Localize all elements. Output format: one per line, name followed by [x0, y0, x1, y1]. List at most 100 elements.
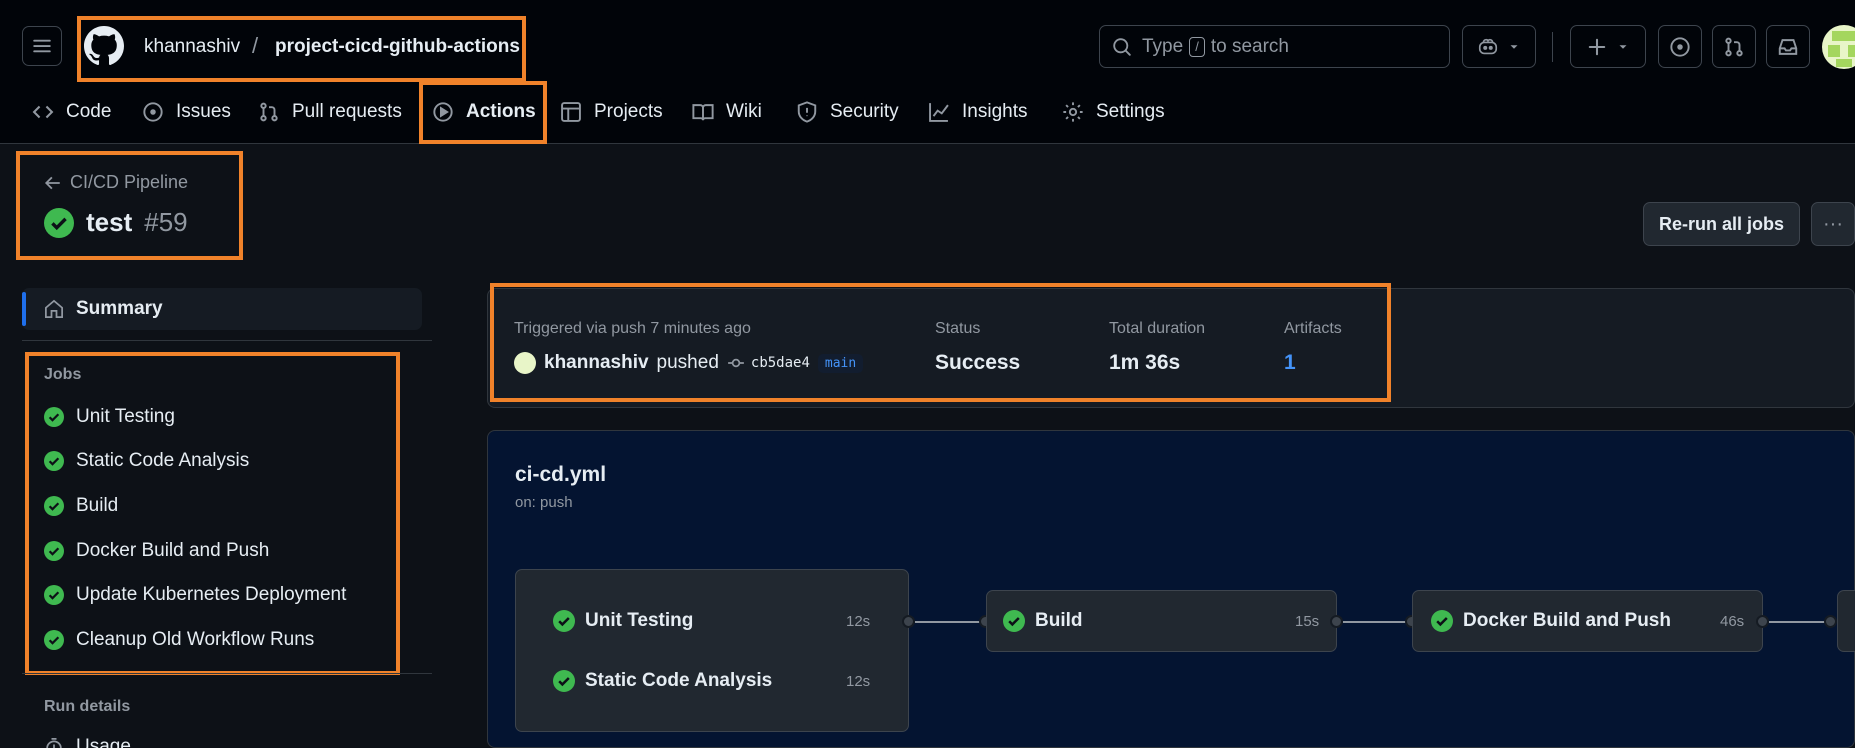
- graph-job-duration: 46s: [1720, 613, 1745, 630]
- actor-link[interactable]: khannashiv: [544, 352, 649, 374]
- chevron-down-icon: [1619, 44, 1627, 49]
- artifacts-count-link[interactable]: 1: [1284, 351, 1296, 375]
- issue-icon: [1670, 36, 1690, 57]
- sidebar-item-usage[interactable]: Usage: [44, 736, 131, 748]
- sidebar-job-update-kubernetes-deployment[interactable]: Update Kubernetes Deployment: [44, 584, 346, 606]
- tab-pull-requests[interactable]: Pull requests: [258, 92, 402, 132]
- repo-owner-link[interactable]: khannashiv: [144, 36, 240, 58]
- repo-name-link[interactable]: project-cicd-github-actions: [275, 36, 520, 58]
- run-title: test #59: [44, 207, 188, 238]
- sidebar-divider: [22, 340, 432, 341]
- pull-request-icon: [1725, 37, 1743, 56]
- actor-avatar[interactable]: [514, 352, 536, 374]
- inbox-button[interactable]: [1766, 25, 1810, 68]
- status-value: Success: [935, 351, 1021, 374]
- check-circle-icon: [44, 496, 64, 516]
- duration-value: 1m 36s: [1109, 351, 1181, 374]
- book-icon: [692, 104, 714, 121]
- connector-line: [1769, 621, 1831, 623]
- hamburger-icon: [33, 39, 51, 53]
- back-to-workflow-link[interactable]: CI/CD Pipeline: [44, 172, 188, 193]
- run-details-heading: Run details: [44, 698, 131, 715]
- search-shortcut-key: /: [1189, 36, 1205, 57]
- check-circle-icon: [44, 407, 64, 427]
- graph-job-static-code-analysis[interactable]: Static Code Analysis: [553, 670, 772, 692]
- breadcrumb-separator: /: [252, 33, 259, 58]
- home-icon: [45, 299, 63, 318]
- tab-wiki[interactable]: Wiki: [692, 92, 762, 132]
- trigger-text: Triggered via push 7 minutes ago: [514, 320, 751, 337]
- pull-requests-button[interactable]: [1712, 25, 1756, 68]
- sidebar-job-static-code-analysis[interactable]: Static Code Analysis: [44, 450, 249, 472]
- menu-button[interactable]: [22, 26, 62, 66]
- tab-wiki-label: Wiki: [726, 101, 762, 122]
- run-summary-card: [487, 288, 1855, 408]
- graph-icon: [929, 103, 949, 122]
- header-divider: [1552, 32, 1553, 62]
- graph-job-duration: 12s: [846, 673, 871, 690]
- connector-dot: [902, 615, 915, 628]
- sidebar-job-cleanup-old-workflow-runs[interactable]: Cleanup Old Workflow Runs: [44, 629, 314, 651]
- usage-label: Usage: [76, 736, 131, 748]
- tab-security[interactable]: Security: [796, 92, 899, 132]
- search-input[interactable]: Type / to search: [1099, 25, 1450, 68]
- run-name: test: [86, 207, 133, 237]
- tab-code[interactable]: Code: [32, 92, 111, 132]
- connector-dot: [1756, 615, 1769, 628]
- tab-actions[interactable]: Actions: [432, 92, 536, 132]
- graph-job-duration: 15s: [1295, 613, 1320, 630]
- tab-insights-label: Insights: [962, 101, 1028, 122]
- check-circle-icon: [44, 207, 74, 238]
- job-label: Cleanup Old Workflow Runs: [76, 629, 315, 650]
- check-circle-icon: [44, 630, 64, 650]
- push-action: pushed: [656, 352, 719, 373]
- tab-settings-label: Settings: [1096, 101, 1165, 122]
- graph-job-build[interactable]: Build: [1003, 610, 1083, 632]
- tab-insights[interactable]: Insights: [928, 92, 1027, 132]
- tab-code-label: Code: [66, 101, 112, 122]
- commit-sha: cb5dae4: [750, 355, 810, 371]
- more-options-button[interactable]: ···: [1811, 202, 1855, 246]
- connector-dot: [1330, 615, 1343, 628]
- create-new-button[interactable]: [1570, 25, 1646, 68]
- search-icon: [1113, 37, 1131, 56]
- job-group-node: [515, 569, 909, 732]
- push-info: khannashiv pushed cb5dae4 main: [514, 352, 864, 374]
- sidebar-item-summary[interactable]: Summary: [22, 288, 422, 330]
- github-logo-icon[interactable]: [84, 26, 124, 66]
- job-label: Unit Testing: [76, 406, 175, 427]
- arrow-left-icon: [44, 176, 60, 189]
- commit-icon: [728, 358, 744, 368]
- active-item-indicator: [22, 292, 26, 326]
- job-label: Static Code Analysis: [76, 450, 250, 471]
- graph-job-docker-build-and-push[interactable]: Docker Build and Push: [1431, 610, 1671, 632]
- gear-icon: [1063, 102, 1083, 122]
- sidebar-job-docker-build-and-push[interactable]: Docker Build and Push: [44, 540, 269, 562]
- shield-icon: [797, 101, 817, 123]
- job-label: Build: [76, 495, 119, 516]
- branch-badge[interactable]: main: [817, 353, 864, 373]
- artifacts-label: Artifacts: [1284, 320, 1342, 337]
- tab-pull-requests-label: Pull requests: [292, 101, 402, 122]
- check-circle-icon: [44, 451, 64, 471]
- graph-node-next[interactable]: [1837, 590, 1855, 652]
- issue-icon: [143, 102, 163, 122]
- copilot-button[interactable]: [1462, 25, 1536, 68]
- check-circle-icon: [1431, 610, 1453, 632]
- graph-job-unit-testing[interactable]: Unit Testing: [553, 610, 693, 632]
- tab-settings[interactable]: Settings: [1062, 92, 1165, 132]
- sidebar-job-unit-testing[interactable]: Unit Testing: [44, 406, 175, 428]
- issues-button[interactable]: [1658, 25, 1702, 68]
- code-icon: [32, 105, 54, 119]
- sidebar-job-build[interactable]: Build: [44, 495, 118, 517]
- jobs-heading: Jobs: [44, 366, 82, 383]
- play-icon: [433, 102, 453, 122]
- table-icon: [561, 102, 581, 122]
- tab-projects[interactable]: Projects: [560, 92, 663, 132]
- rerun-all-jobs-button[interactable]: Re-run all jobs: [1643, 202, 1800, 246]
- commit-link[interactable]: cb5dae4: [727, 354, 810, 372]
- pull-request-icon: [260, 102, 278, 122]
- tab-issues[interactable]: Issues: [142, 92, 231, 132]
- duration-label: Total duration: [1109, 320, 1206, 337]
- connector-dot: [1824, 615, 1837, 628]
